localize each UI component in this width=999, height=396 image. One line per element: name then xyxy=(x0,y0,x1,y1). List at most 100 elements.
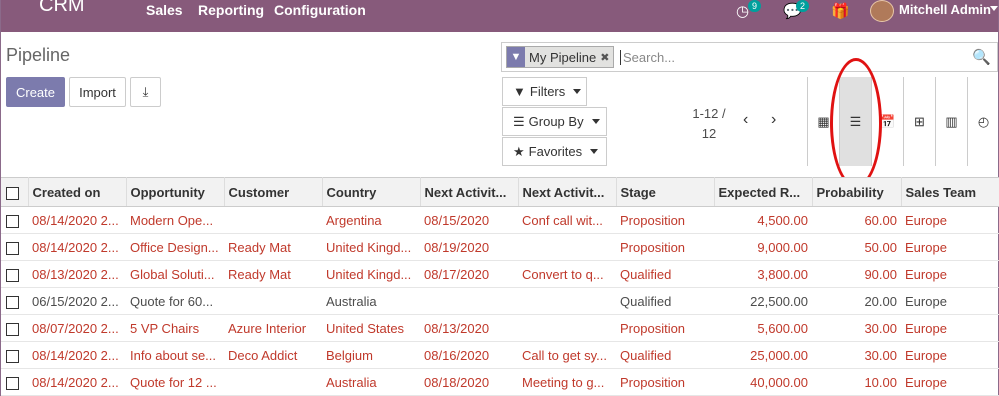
column-header-probability[interactable]: Probability xyxy=(812,177,902,207)
cell-next-activity-deadline: 08/18/2020 xyxy=(420,368,518,396)
user-avatar[interactable] xyxy=(870,0,894,22)
filter-funnel-icon: ▼ xyxy=(507,47,525,67)
table-row[interactable]: 08/14/2020 2... Info about se... Deco Addi… xyxy=(1,341,999,369)
cell-next-activity-deadline xyxy=(420,287,518,315)
download-icon: ⤓ xyxy=(142,84,149,99)
row-checkbox[interactable] xyxy=(1,368,28,396)
cell-next-activity-summary: Convert to q... xyxy=(518,260,616,288)
menu-sales[interactable]: Sales xyxy=(146,2,183,18)
cell-probability: 10.00 xyxy=(812,368,901,396)
pivot-table-icon: ⊞ xyxy=(914,113,925,129)
cell-expected-revenue: 5,600.00 xyxy=(714,314,812,342)
cell-next-activity-deadline: 08/13/2020 xyxy=(420,314,518,342)
messages-badge: 2 xyxy=(796,0,810,12)
chevron-down-icon[interactable] xyxy=(990,6,998,11)
favorites-dropdown[interactable]: ★ Favorites xyxy=(502,137,607,166)
cell-stage: Proposition xyxy=(616,368,714,396)
select-all-checkbox[interactable] xyxy=(1,177,29,207)
cell-created-on: 06/15/2020 2... xyxy=(28,287,126,315)
graph-view-button[interactable]: ▥ xyxy=(936,77,968,166)
cell-expected-revenue: 4,500.00 xyxy=(714,206,812,234)
search-bar[interactable]: ▼ My Pipeline ✖ Search... 🔍 xyxy=(501,42,998,72)
cell-probability: 60.00 xyxy=(812,206,901,234)
cell-opportunity: Info about se... xyxy=(126,341,224,369)
pager-value[interactable]: 1-12 / 12 xyxy=(689,104,729,144)
filters-dropdown[interactable]: ▼ Filters xyxy=(502,77,587,106)
top-navbar: CRM Sales Reporting Configuration ◷ 9 💬 … xyxy=(1,0,998,32)
table-row[interactable]: 08/14/2020 2... Quote for 12 ... Australia… xyxy=(1,368,999,396)
cell-customer: Ready Mat xyxy=(224,260,322,288)
table-row[interactable]: 06/15/2020 2... Quote for 60... Australia Q… xyxy=(1,287,999,315)
caret-down-icon xyxy=(591,119,600,124)
cell-expected-revenue: 40,000.00 xyxy=(714,368,812,396)
cell-created-on: 08/14/2020 2... xyxy=(28,341,126,369)
menu-reporting[interactable]: Reporting xyxy=(198,2,264,18)
column-header-next-activity-deadline[interactable]: Next Activit... xyxy=(420,177,519,207)
cell-sales-team: Europe xyxy=(901,287,999,315)
pager-range: 1-12 / xyxy=(692,106,726,121)
row-checkbox[interactable] xyxy=(1,314,28,342)
cell-stage: Proposition xyxy=(616,314,714,342)
column-header-next-activity-summary[interactable]: Next Activit... xyxy=(518,177,617,207)
column-header-stage[interactable]: Stage xyxy=(616,177,715,207)
cell-opportunity: Quote for 12 ... xyxy=(126,368,224,396)
star-icon: ★ xyxy=(513,143,525,159)
table-row[interactable]: 08/14/2020 2... Modern Ope... Argentina 08/… xyxy=(1,206,999,234)
cell-next-activity-deadline: 08/16/2020 xyxy=(420,341,518,369)
activity-view-button[interactable]: ◴ xyxy=(968,77,999,166)
groupby-label: Group By xyxy=(528,114,584,129)
user-menu-name[interactable]: Mitchell Admin xyxy=(899,2,991,17)
table-row[interactable]: 08/07/2020 2... 5 VP Chairs Azure Interior… xyxy=(1,314,999,342)
row-checkbox[interactable] xyxy=(1,287,28,315)
clock-icon: ◴ xyxy=(977,113,990,129)
row-checkbox[interactable] xyxy=(1,206,28,234)
cell-sales-team: Europe xyxy=(901,260,999,288)
cell-sales-team: Europe xyxy=(901,341,999,369)
cell-next-activity-deadline: 08/15/2020 xyxy=(420,206,518,234)
cell-customer xyxy=(224,206,322,234)
menu-configuration[interactable]: Configuration xyxy=(274,2,366,18)
cell-sales-team: Europe xyxy=(901,233,999,261)
cell-expected-revenue: 22,500.00 xyxy=(714,287,812,315)
list-view-button[interactable]: ☰ xyxy=(840,77,872,166)
table-row[interactable]: 08/14/2020 2... Office Design... Ready Mat… xyxy=(1,233,999,261)
caret-down-icon xyxy=(590,149,599,154)
row-checkbox[interactable] xyxy=(1,341,28,369)
pipeline-list-table: Created on Opportunity Customer Country … xyxy=(1,177,999,396)
column-header-customer[interactable]: Customer xyxy=(224,177,323,207)
column-header-created-on[interactable]: Created on xyxy=(28,177,127,207)
cell-expected-revenue: 9,000.00 xyxy=(714,233,812,261)
pager-previous-icon[interactable]: ‹ xyxy=(743,111,748,129)
cell-stage: Qualified xyxy=(616,287,714,315)
download-button[interactable]: ⤓ xyxy=(130,77,161,107)
table-row[interactable]: 08/13/2020 2... Global Soluti... Ready Mat… xyxy=(1,260,999,288)
calendar-view-button[interactable]: 📅 xyxy=(872,77,904,166)
column-header-expected-revenue[interactable]: Expected R... xyxy=(714,177,813,207)
pager-next-icon[interactable]: › xyxy=(771,111,776,129)
search-icon[interactable]: 🔍 xyxy=(972,48,991,66)
cell-next-activity-deadline: 08/17/2020 xyxy=(420,260,518,288)
app-brand[interactable]: CRM xyxy=(39,0,85,17)
cell-probability: 90.00 xyxy=(812,260,901,288)
row-checkbox[interactable] xyxy=(1,233,28,261)
cell-stage: Proposition xyxy=(616,206,714,234)
cell-customer xyxy=(224,368,322,396)
search-facet[interactable]: ▼ My Pipeline ✖ xyxy=(506,46,615,68)
cell-next-activity-summary: Call to get sy... xyxy=(518,341,616,369)
import-button[interactable]: Import xyxy=(69,77,126,107)
cell-country: United Kingd... xyxy=(322,233,420,261)
gift-icon[interactable]: 🎁 xyxy=(831,2,850,20)
search-input[interactable]: Search... xyxy=(620,50,675,65)
column-header-opportunity[interactable]: Opportunity xyxy=(126,177,225,207)
row-checkbox[interactable] xyxy=(1,260,28,288)
cell-sales-team: Europe xyxy=(901,206,999,234)
facet-remove-icon[interactable]: ✖ xyxy=(600,51,613,64)
column-header-country[interactable]: Country xyxy=(322,177,421,207)
column-header-sales-team[interactable]: Sales Team xyxy=(901,177,999,207)
kanban-view-button[interactable]: ▦ xyxy=(808,77,840,166)
pivot-view-button[interactable]: ⊞ xyxy=(904,77,936,166)
cell-customer: Deco Addict xyxy=(224,341,322,369)
groupby-dropdown[interactable]: ☰ Group By xyxy=(502,107,607,136)
create-button[interactable]: Create xyxy=(6,77,65,107)
view-switcher: ▦ ☰ 📅 ⊞ ▥ ◴ xyxy=(807,77,999,166)
